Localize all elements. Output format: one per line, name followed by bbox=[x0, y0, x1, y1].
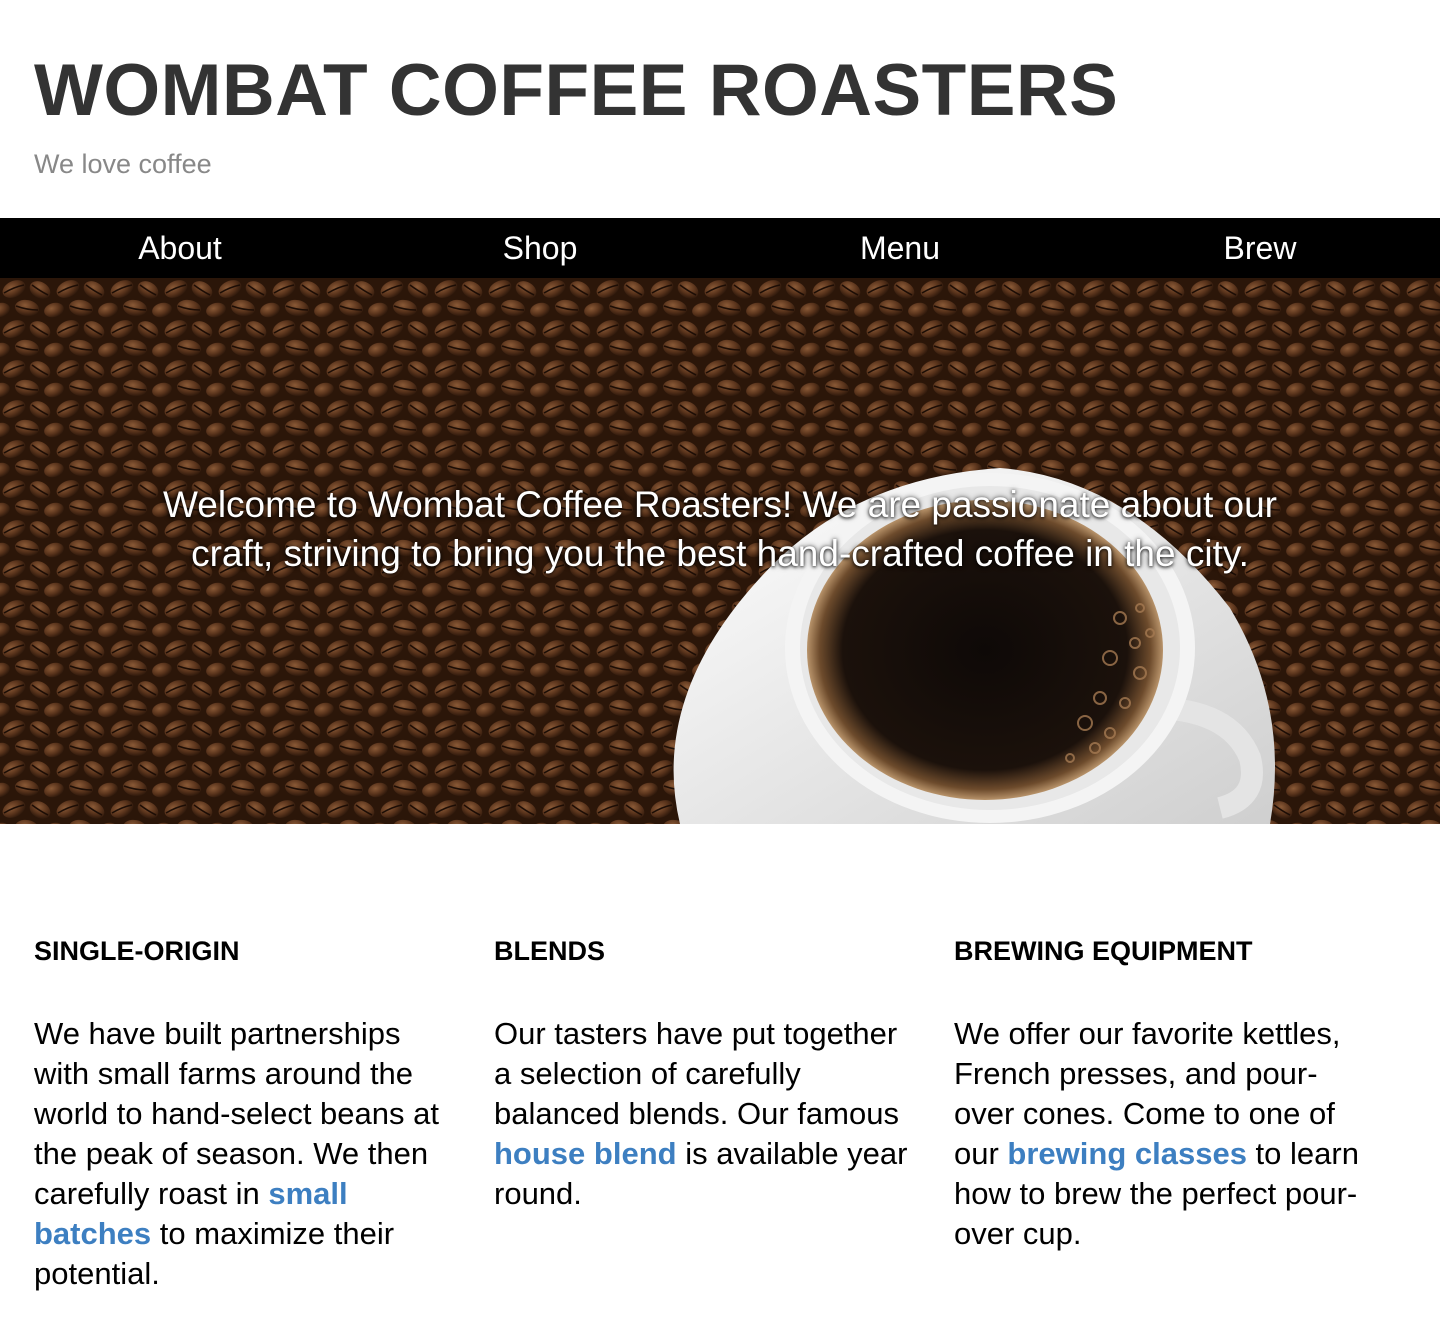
features-section: SINGLE-ORIGIN We have built partnerships… bbox=[34, 930, 1414, 1294]
feature-text: We have built partnerships with small fa… bbox=[34, 1016, 439, 1211]
feature-description: We have built partnerships with small fa… bbox=[34, 1014, 454, 1294]
nav-item-about[interactable]: About bbox=[0, 218, 360, 278]
site-header: WOMBAT COFFEE ROASTERS We love coffee bbox=[0, 0, 1440, 179]
main-nav: About Shop Menu Brew bbox=[0, 218, 1440, 278]
feature-single-origin: SINGLE-ORIGIN We have built partnerships… bbox=[34, 930, 494, 1294]
feature-heading: BREWING EQUIPMENT bbox=[954, 936, 1253, 966]
feature-blends: BLENDS Our tasters have put together a s… bbox=[494, 930, 954, 1294]
house-blend-link[interactable]: house blend bbox=[494, 1136, 677, 1171]
feature-heading: SINGLE-ORIGIN bbox=[34, 936, 240, 966]
nav-item-brew[interactable]: Brew bbox=[1080, 218, 1440, 278]
site-tagline: We love coffee bbox=[34, 149, 212, 179]
feature-description: Our tasters have put together a selectio… bbox=[494, 1014, 914, 1214]
nav-item-shop[interactable]: Shop bbox=[360, 218, 720, 278]
site-title: WOMBAT COFFEE ROASTERS bbox=[34, 50, 1119, 131]
nav-item-menu[interactable]: Menu bbox=[720, 218, 1080, 278]
hero-banner: Welcome to Wombat Coffee Roasters! We ar… bbox=[0, 278, 1440, 824]
feature-brewing-equipment: BREWING EQUIPMENT We offer our favorite … bbox=[954, 930, 1414, 1294]
feature-description: We offer our favorite kettles, French pr… bbox=[954, 1014, 1374, 1254]
brewing-classes-link[interactable]: brewing classes bbox=[1007, 1136, 1247, 1171]
feature-heading: BLENDS bbox=[494, 936, 606, 966]
feature-text: Our tasters have put together a selectio… bbox=[494, 1016, 899, 1131]
hero-welcome-text: Welcome to Wombat Coffee Roasters! We ar… bbox=[162, 484, 1277, 574]
